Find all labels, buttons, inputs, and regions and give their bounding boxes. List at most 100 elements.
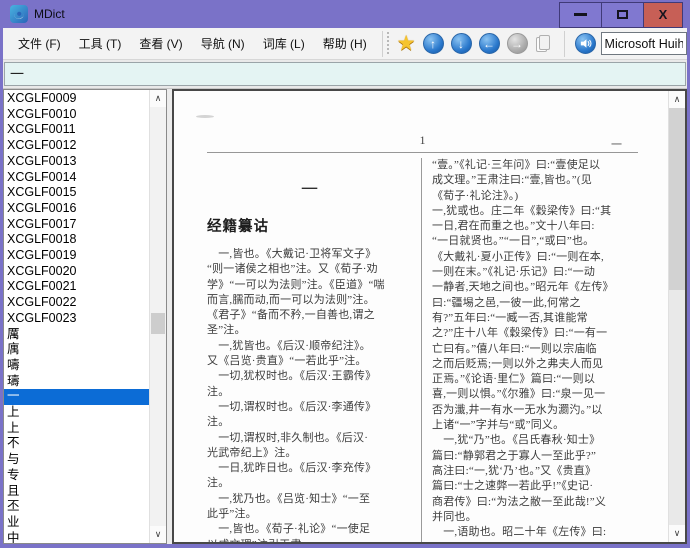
scan-text-line: 之而后贬焉;一则以外之弗夫人而见 (432, 357, 648, 372)
scan-text-line: 注。 (207, 415, 412, 430)
scan-text-line: 高注曰:“一,犹‘乃’也。”又《贵直》 (432, 464, 648, 479)
scan-text-line: “一日就贤也。”“一日”,“或曰”也。 (432, 234, 648, 249)
content-scroll-up-button[interactable]: ∧ (669, 91, 685, 108)
right-column: “壹。”《礼记·三年问》曰:“壹使足以成文理。”王肃注曰:“壹,皆也。”(见《荀… (432, 158, 648, 542)
scan-text-line: 一则在末。”《礼记·乐记》曰:“一动 (432, 265, 648, 280)
scan-text-line: 一,犹乃也。《吕览·知士》“一至 (207, 492, 412, 507)
scan-text-line: 而言,臑而动,而一可以为法则”注。 (207, 293, 412, 308)
menu-item[interactable]: 查看 (V) (130, 29, 191, 59)
scan-text-line: 一切,谓权时,非久制也。《后汉· (207, 431, 412, 446)
close-icon: X (659, 8, 668, 21)
entry-list-item[interactable]: 专 (7, 468, 149, 484)
entry-list-item[interactable]: 厲 (7, 327, 149, 343)
entry-list-item[interactable]: 璹 (7, 374, 149, 390)
entry-list-item[interactable]: 不 (7, 436, 149, 452)
entry-list-item[interactable]: XCGLF0016 (7, 201, 149, 217)
search-row (3, 60, 687, 89)
scroll-down-button[interactable]: ↓ (451, 33, 472, 54)
scan-text-line: 一,犹“乃”也。《吕氏春秋·知士》 (432, 433, 648, 448)
entry-list-item[interactable]: XCGLF0021 (7, 279, 149, 295)
menu-item[interactable]: 文件 (F) (9, 29, 70, 59)
page-header-rule (207, 152, 638, 153)
entry-list-item[interactable]: 丕 (7, 499, 149, 515)
scan-text-line: 一,皆也。《荀子·礼论》“一使足 (207, 522, 412, 537)
close-button[interactable]: X (643, 2, 683, 28)
sidebar-scroll-up-button[interactable]: ∧ (150, 90, 166, 107)
scan-text-line: 一静者,天地之间也。”昭元年《左传》 (432, 280, 648, 295)
entry-list-item[interactable]: XCGLF0015 (7, 185, 149, 201)
toolbar-grip[interactable] (386, 32, 391, 56)
tts-voice-input[interactable] (601, 32, 687, 55)
entry-list-item[interactable]: 且 (7, 484, 149, 500)
entry-list-item[interactable]: XCGLF0011 (7, 122, 149, 138)
scan-text-line: 篇曰:“静郭君之于寡人一至此乎?” (432, 449, 648, 464)
toolbar-separator (382, 31, 383, 57)
content-scroll-track[interactable] (669, 108, 685, 525)
scanned-page: 1 一 一 经籍纂诂 一,皆也。《大戴记·卫将军文子》“则一诸侯之相也”注。又《… (174, 91, 668, 542)
speaker-button[interactable] (575, 33, 596, 54)
menu-item[interactable]: 帮助 (H) (314, 29, 376, 59)
entry-list-item[interactable]: 与 (7, 452, 149, 468)
scan-text-line: 一日,犹昨日也。《后汉·李充传》 (207, 461, 412, 476)
voice-separator (564, 31, 565, 57)
entry-list-item[interactable]: 上 (7, 421, 149, 437)
scan-text-line: 之?”庄十八年《穀梁传》曰:“一有一 (432, 326, 648, 341)
scan-text-line: 成文理。”王肃注曰:“壹,皆也。”(见 (432, 173, 648, 188)
entry-list-item[interactable]: XCGLF0010 (7, 107, 149, 123)
scan-text-line: 一日,君在而重之也。”文十八年曰: (432, 219, 648, 234)
window-title: MDict (34, 7, 65, 21)
scan-text-line: 一,语助也。昭二十年《左传》曰: (432, 525, 648, 540)
column-divider-rule (421, 158, 422, 542)
entry-list-item[interactable]: XCGLF0013 (7, 154, 149, 170)
headword-input[interactable] (4, 62, 686, 86)
mdict-window: MDict X 文件 (F)工具 (T)查看 (V)导航 (N)词库 (L)帮助… (0, 0, 690, 548)
entry-list-item[interactable]: XCGLF0014 (7, 170, 149, 186)
content-scroll-down-button[interactable]: ∨ (669, 525, 685, 542)
entry-list-item[interactable]: 业 (7, 515, 149, 531)
maximize-button[interactable] (601, 2, 644, 28)
entry-list-item[interactable]: XCGLF0020 (7, 264, 149, 280)
entry-list-item[interactable]: 上 (7, 405, 149, 421)
back-button[interactable]: ← (479, 33, 500, 54)
favorites-star-icon[interactable]: ★ (397, 33, 416, 54)
entry-list-item[interactable]: 嚋 (7, 358, 149, 374)
page-header: 1 一 (207, 133, 638, 150)
scan-smudge (196, 115, 214, 118)
menu-item[interactable]: 导航 (N) (192, 29, 254, 59)
clipboard-icon (535, 34, 551, 54)
sidebar-scroll-track[interactable] (150, 107, 166, 526)
sidebar: XCGLF0009XCGLF0010XCGLF0011XCGLF0012XCGL… (3, 89, 167, 544)
entry-list-item[interactable]: XCGLF0018 (7, 232, 149, 248)
entry-list-item[interactable]: XCGLF0009 (7, 91, 149, 107)
sidebar-scrollbar: ∧ ∨ (149, 90, 166, 543)
entry-list-item[interactable]: XCGLF0017 (7, 217, 149, 233)
scroll-up-button[interactable]: ↑ (423, 33, 444, 54)
down-arrow-icon: ↓ (458, 38, 464, 50)
scan-text-line: 一,犹或也。庄二年《穀梁传》曰:“其 (432, 204, 648, 219)
entry-headword: 一 (207, 175, 412, 200)
entry-list-item[interactable]: 庽 (7, 342, 149, 358)
scan-text-line: 一切,犹权时也。《后汉·王霸传》 (207, 369, 412, 384)
scan-text-line: 一切,谓权时也。《后汉·李通传》 (207, 400, 412, 415)
voice-group (575, 32, 687, 55)
entry-list-item[interactable]: XCGLF0012 (7, 138, 149, 154)
speaker-icon (579, 37, 592, 50)
minimize-button[interactable] (559, 2, 602, 28)
scan-text-line: 上诸“一”字并与“或”同义。 (432, 418, 648, 433)
scan-text-line: 喜,一则以惧。”《尔雅》曰:“泉一见一 (432, 387, 648, 402)
page-columns: 一 经籍纂诂 一,皆也。《大戴记·卫将军文子》“则一诸侯之相也”注。又《荀子·劝… (207, 158, 668, 542)
sidebar-scroll-down-button[interactable]: ∨ (150, 526, 166, 543)
entry-list-item[interactable]: 中 (7, 531, 149, 543)
entry-list-item[interactable]: XCGLF0023 (7, 311, 149, 327)
sidebar-scroll-thumb[interactable] (151, 313, 165, 334)
menu-item[interactable]: 词库 (L) (254, 29, 314, 59)
content-scroll-thumb[interactable] (669, 108, 685, 290)
dictionary-pane: 1 一 一 经籍纂诂 一,皆也。《大戴记·卫将军文子》“则一诸侯之相也”注。又《… (172, 89, 687, 544)
entry-list-item[interactable]: XCGLF0019 (7, 248, 149, 264)
minimize-icon (574, 13, 587, 16)
scan-text-line: 注。 (207, 476, 412, 491)
entry-list-item[interactable]: XCGLF0022 (7, 295, 149, 311)
entry-list-item[interactable]: 一 (4, 389, 149, 405)
book-title: 经籍纂诂 (207, 215, 412, 236)
menu-item[interactable]: 工具 (T) (70, 29, 131, 59)
